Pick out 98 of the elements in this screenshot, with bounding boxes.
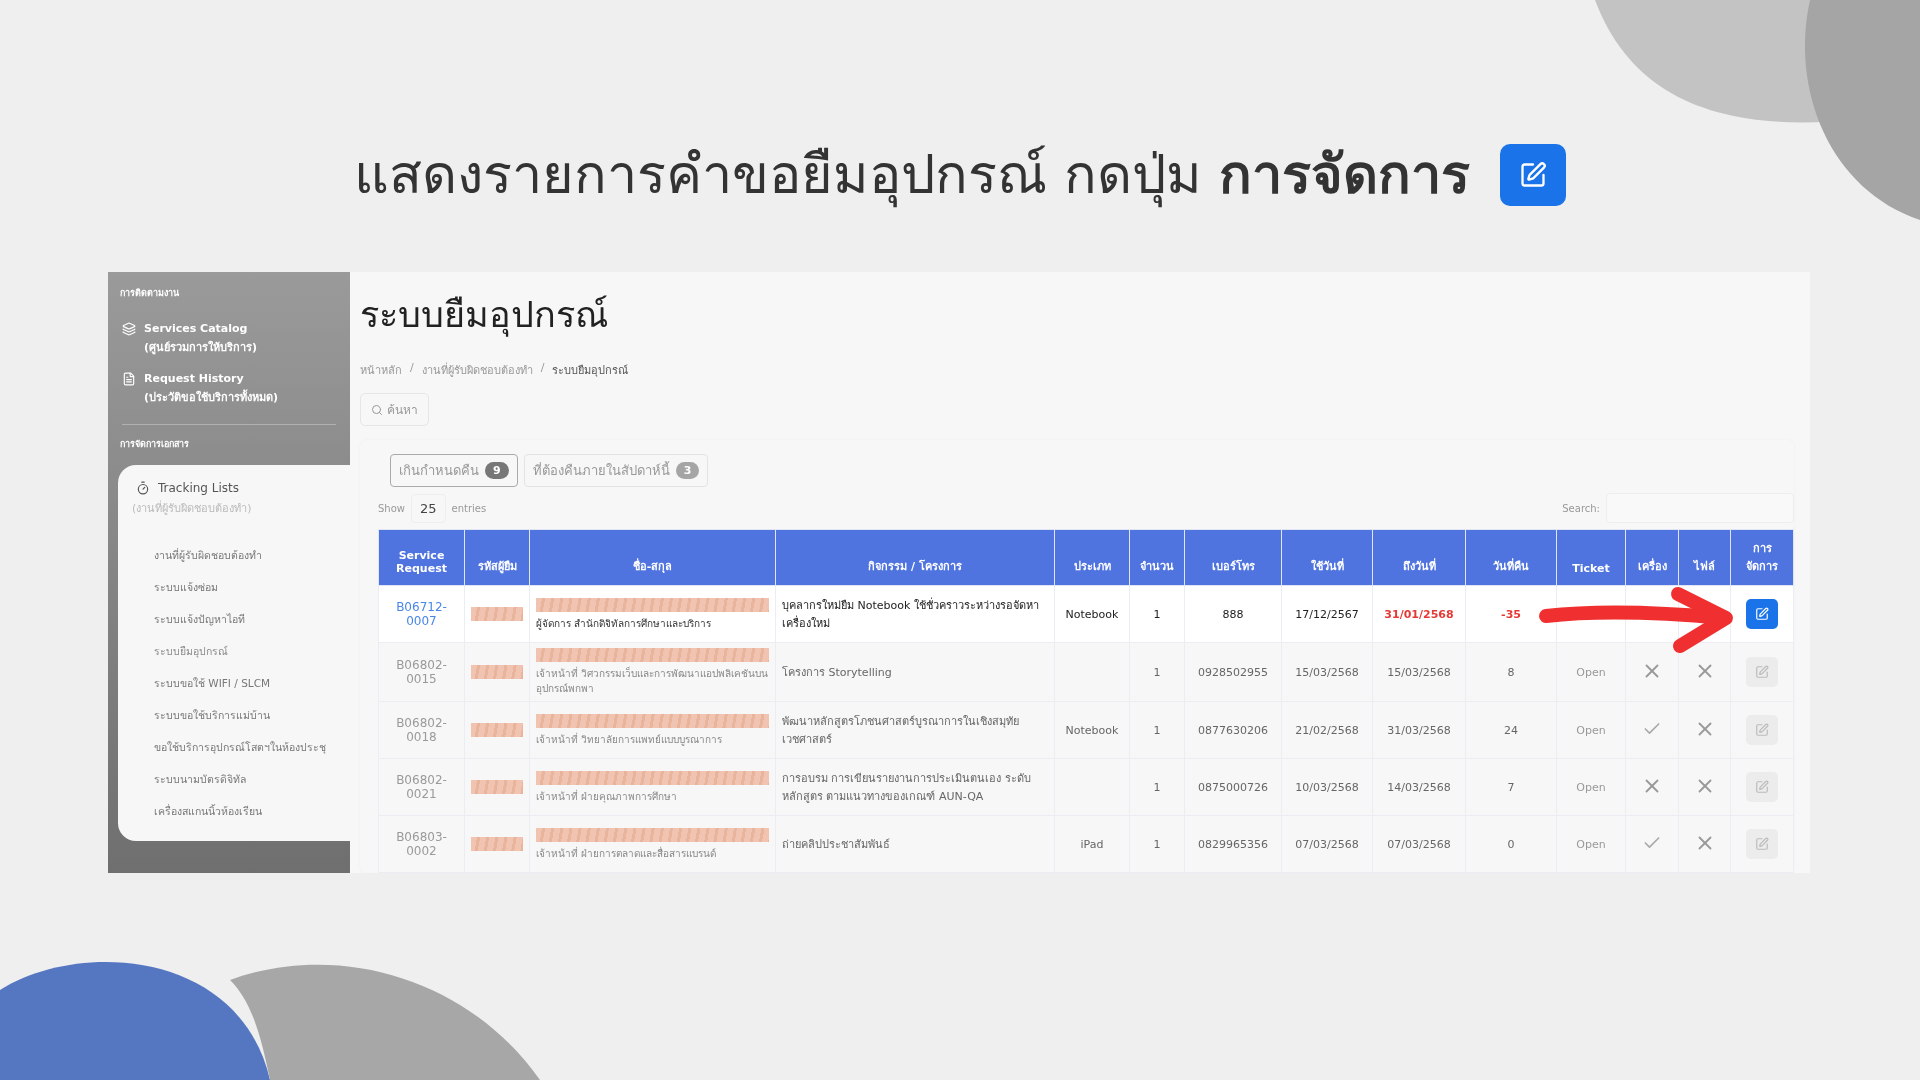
column-header: จำนวน: [1129, 529, 1185, 586]
breadcrumb-link[interactable]: หน้าหลัก: [360, 361, 402, 379]
position-text: เจ้าหน้าที่ วิศวกรรมเว็บและการพัฒนาแอปพลิเคชันบนอุปกรณ์พกพา: [536, 666, 769, 696]
edit-icon: [1755, 607, 1769, 621]
edit-icon: [1755, 837, 1769, 851]
table-cell: 0: [1465, 815, 1557, 873]
sidebar-item[interactable]: Request History (ประวัติขอใช้บริการทั้งหมด): [108, 364, 350, 414]
table-cell: Notebook: [1054, 585, 1130, 643]
column-header: ประเภท: [1054, 529, 1130, 586]
table-cell: บุคลากรใหม่ยืม Notebook ใช้ชั่วคราวระหว่างรอจัดหาเครื่องใหม่: [775, 585, 1055, 643]
menu-item[interactable]: ระบบขอใช้บริการแม่บ้าน: [132, 699, 350, 731]
menu-item[interactable]: เครื่องสแกนนิ้วห้องเรียน: [132, 795, 350, 827]
document-icon: [122, 372, 136, 386]
position-text: เจ้าหน้าที่ ฝ่ายคุณภาพการศึกษา: [536, 788, 679, 804]
entries-label: entries: [451, 502, 487, 514]
search-label: Search:: [1562, 502, 1600, 514]
menu-item[interactable]: ระบบขอใช้ WIFI / SLCM: [132, 667, 350, 699]
table-cell: 15/03/2568: [1281, 642, 1373, 702]
entries-select[interactable]: 25: [411, 493, 446, 523]
column-header: ใช้วันที่: [1281, 529, 1373, 586]
table-cell: โครงการ Storytelling: [775, 642, 1055, 702]
table-cell: ถ่ายคลิปประชาสัมพันธ์: [775, 815, 1055, 873]
menu-item[interactable]: ขอใช้บริการอุปกรณ์โสตฯในห้องประชุ: [132, 731, 350, 763]
table-cell: 24: [1465, 701, 1557, 759]
table-cell: 8: [1465, 642, 1557, 702]
column-header: ถึงวันที่: [1372, 529, 1466, 586]
redaction-block: [471, 837, 523, 851]
show-label: Show: [378, 502, 405, 514]
redaction-block: [471, 665, 523, 679]
menu-item[interactable]: ระบบแจ้งซ่อม: [132, 571, 350, 603]
menu-item[interactable]: ระบบยืมอุปกรณ์: [132, 635, 350, 667]
table-cell: 31/01/2568: [1372, 585, 1466, 643]
page-title: ระบบยืมอุปกรณ์: [360, 293, 609, 339]
breadcrumb-link[interactable]: งานที่ผู้รับผิดชอบต้องทำ: [421, 361, 533, 379]
table-cell: 1: [1129, 585, 1185, 643]
redaction-block: [471, 780, 523, 794]
filter-tab[interactable]: ที่ต้องคืนภายในสัปดาห์นี้ 3: [523, 454, 709, 487]
table-cell: 07/03/2568: [1281, 815, 1373, 873]
table-cell: 14/03/2568: [1372, 758, 1466, 816]
edit-icon: [1755, 780, 1769, 794]
table-cell: 0877630206: [1184, 701, 1282, 759]
table-cell: 1: [1129, 758, 1185, 816]
table-cell: 1: [1129, 815, 1185, 873]
edit-button[interactable]: [1746, 599, 1778, 629]
search-button[interactable]: ค้นหา: [360, 393, 429, 426]
menu-item[interactable]: ระบบแจ้งปัญหาไอที: [132, 603, 350, 635]
search-icon: [371, 403, 383, 416]
table-cell: 10/03/2568: [1281, 758, 1373, 816]
section-title: การติดตามงาน: [119, 287, 180, 300]
table-cell: 888: [1184, 585, 1282, 643]
table-cell: 0875000726: [1184, 758, 1282, 816]
count-badge: 9: [485, 462, 509, 479]
table-cell: 7: [1465, 758, 1557, 816]
column-header: Ticket: [1556, 529, 1626, 586]
edit-icon: [1755, 723, 1769, 737]
breadcrumb-separator: /: [410, 361, 414, 376]
layers-icon: [122, 322, 136, 336]
table-cell: 1: [1129, 701, 1185, 759]
column-header: ไฟล์: [1678, 529, 1731, 586]
table-cell: พัฒนาหลักสูตรโภชนศาสตร์บูรณาการในเชิงสมุทัยเวชศาสตร์: [775, 701, 1055, 759]
filter-tab[interactable]: เกินกำหนดคืน 9: [390, 454, 518, 487]
column-header: ชื่อ-สกุล: [529, 529, 776, 586]
column-header: วันที่คืน: [1465, 529, 1557, 586]
column-header: Service Request: [378, 529, 465, 586]
table-cell: iPad: [1054, 815, 1130, 873]
tracking-subtitle: (งานที่ผู้รับผิดชอบต้องทำ): [132, 499, 253, 517]
slide-heading: แสดงรายการคำขอยืมอุปกรณ์ กดปุ่ม การจัดการ: [353, 142, 1471, 210]
table-cell: -35: [1465, 585, 1557, 643]
column-header: เครื่อง: [1625, 529, 1679, 586]
sidebar-item[interactable]: Services Catalog (ศูนย์รวมการให้บริการ): [108, 314, 350, 364]
column-header: การ จัดการ: [1730, 529, 1794, 586]
table-cell: 0928502955: [1184, 642, 1282, 702]
edit-icon: [1519, 161, 1548, 189]
position-text: เจ้าหน้าที่ ฝ่ายการตลาดและสื่อสารแบรนด์: [536, 845, 718, 861]
position-text: เจ้าหน้าที่ วิทยาลัยการแพทย์แบบบูรณาการ: [536, 731, 724, 747]
count-badge: 3: [675, 462, 700, 479]
menu-item[interactable]: งานที่ผู้รับผิดชอบต้องทำ: [132, 539, 350, 571]
breadcrumb-separator: /: [540, 361, 545, 376]
stopwatch-icon: [136, 481, 150, 495]
table-cell: 17/12/2567: [1281, 585, 1373, 643]
menu-item[interactable]: ระบบนามบัตรดิจิทัล: [132, 763, 350, 795]
column-header: เบอร์โทร: [1184, 529, 1282, 586]
tracking-title[interactable]: Tracking Lists: [158, 481, 239, 495]
table-cell: 31/03/2568: [1372, 701, 1466, 759]
table-cell: 07/03/2568: [1372, 815, 1466, 873]
table-cell: 0829965356: [1184, 815, 1282, 873]
table-cell: 21/02/2568: [1281, 701, 1373, 759]
edit-icon: [1755, 665, 1769, 679]
redaction-block: [471, 607, 523, 621]
position-text: ผู้จัดการ สำนักดิจิทัลการศึกษาและบริการ: [536, 616, 713, 631]
column-header: รหัสผู้ยืม: [464, 529, 530, 586]
column-header: กิจกรรม / โครงการ: [775, 529, 1055, 586]
table-cell: 15/03/2568: [1372, 642, 1466, 702]
table-cell: Notebook: [1054, 701, 1130, 759]
section-title: การจัดการเอกสาร: [119, 438, 190, 451]
table-cell: 1: [1129, 642, 1185, 702]
table-cell: การอบรม การเขียนรายงานการประเมินตนเอง ระดับหลักสูตร ตามแนวทางของเกณฑ์ AUN-QA: [775, 758, 1055, 816]
redaction-block: [471, 723, 523, 737]
